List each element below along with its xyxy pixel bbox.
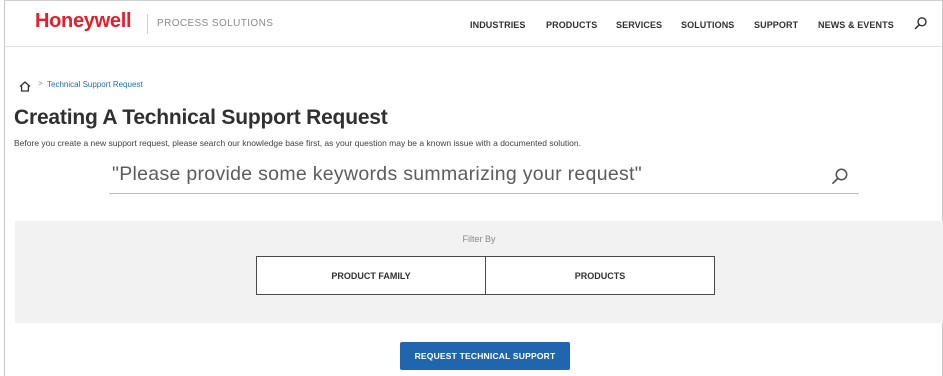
- nav-solutions[interactable]: SOLUTIONS: [681, 20, 734, 30]
- search-icon[interactable]: [914, 16, 928, 30]
- nav-services[interactable]: SERVICES: [616, 20, 662, 30]
- page-title: Creating A Technical Support Request: [14, 106, 388, 129]
- page-frame: Honeywell PROCESS SOLUTIONS INDUSTRIES P…: [4, 0, 943, 376]
- filter-products[interactable]: PRODUCTS: [485, 257, 714, 294]
- intro-text: Before you create a new support request,…: [14, 138, 581, 148]
- filter-label: Filter By: [462, 234, 496, 244]
- search-icon[interactable]: [831, 167, 849, 185]
- filter-tabs: PRODUCT FAMILY PRODUCTS: [256, 256, 715, 295]
- nav-industries[interactable]: INDUSTRIES: [470, 20, 526, 30]
- filter-panel: Filter By PRODUCT FAMILY PRODUCTS: [15, 221, 943, 323]
- breadcrumb-separator: >: [38, 79, 43, 88]
- request-support-button[interactable]: REQUEST TECHNICAL SUPPORT: [400, 342, 570, 370]
- nav-news-events[interactable]: NEWS & EVENTS: [818, 20, 894, 30]
- search-field[interactable]: "Please provide some keywords summarizin…: [109, 160, 859, 194]
- breadcrumb-current[interactable]: Technical Support Request: [47, 80, 143, 89]
- home-icon[interactable]: [19, 79, 31, 92]
- main-nav: INDUSTRIES PRODUCTS SERVICES SOLUTIONS S…: [5, 20, 942, 32]
- nav-products[interactable]: PRODUCTS: [546, 20, 597, 30]
- site-header: Honeywell PROCESS SOLUTIONS INDUSTRIES P…: [5, 1, 942, 47]
- nav-support[interactable]: SUPPORT: [754, 20, 798, 30]
- filter-product-family[interactable]: PRODUCT FAMILY: [257, 257, 485, 294]
- search-input[interactable]: "Please provide some keywords summarizin…: [112, 163, 642, 186]
